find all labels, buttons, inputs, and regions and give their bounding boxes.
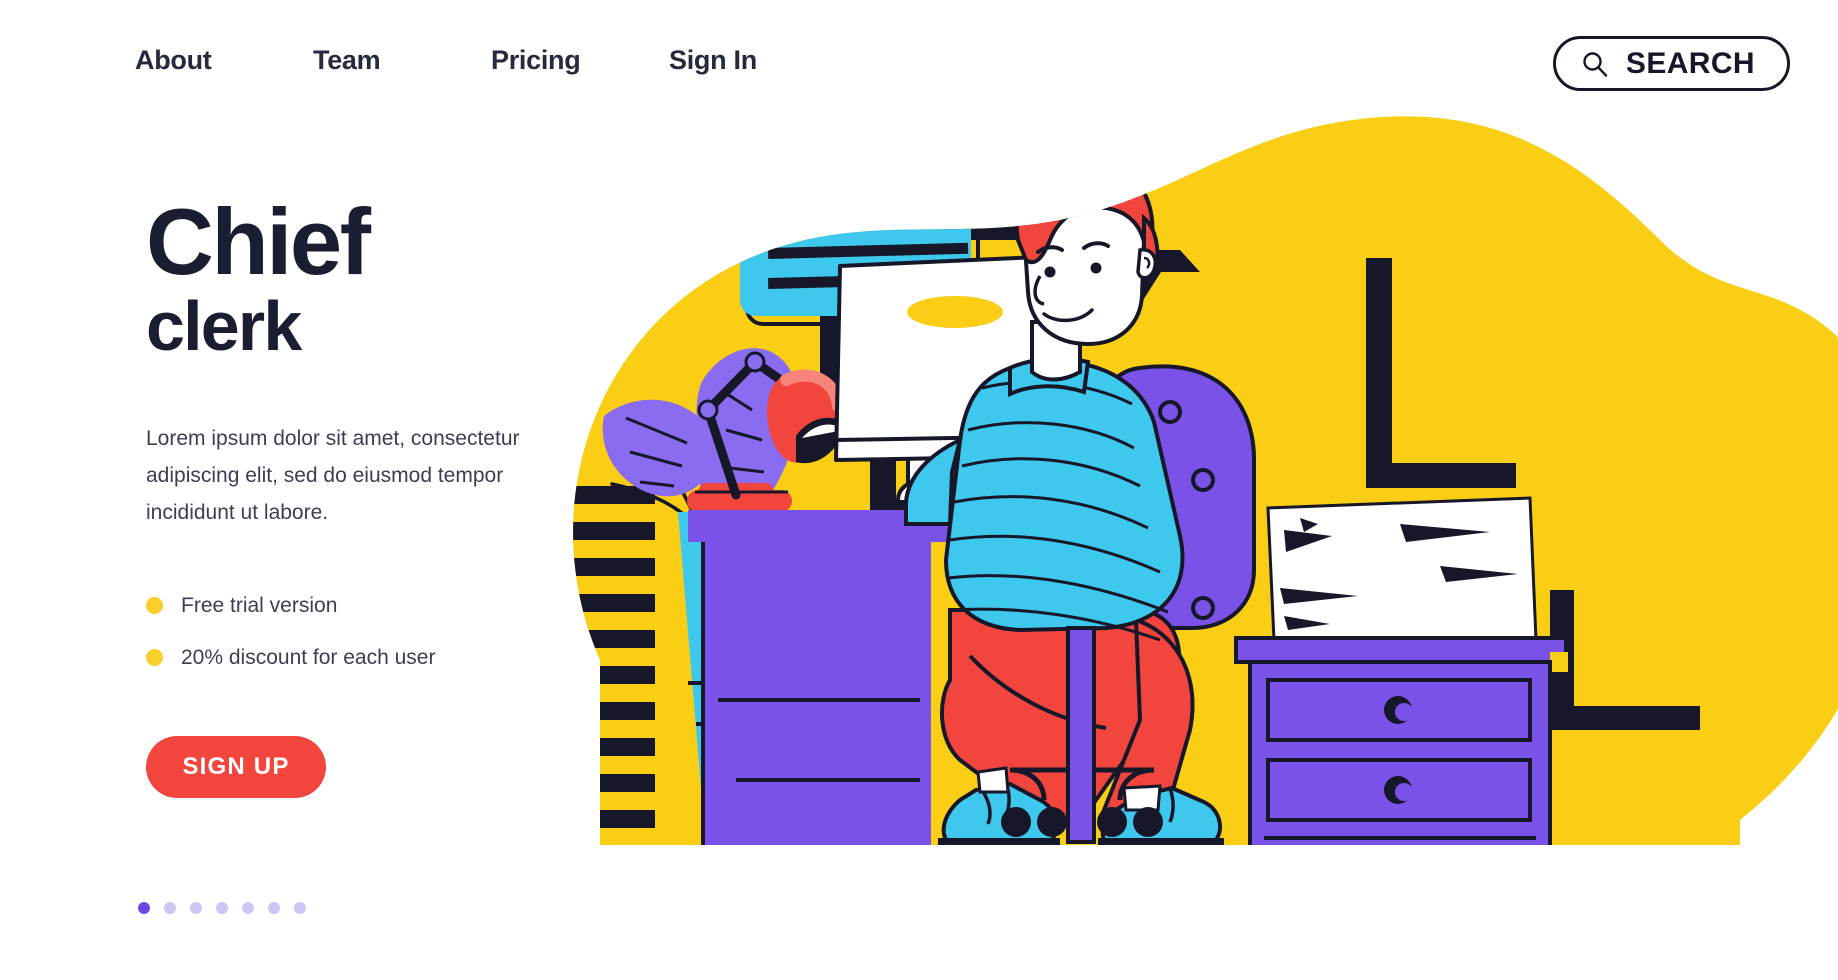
feature-label: Free trial version (181, 593, 338, 617)
bullet-dot-icon (146, 649, 163, 667)
page-title: Chief (146, 189, 371, 294)
sign-up-button[interactable]: SIGN UP (146, 735, 326, 798)
nav-links: About Team Pricing Sign In (135, 45, 847, 76)
office-worker-illustration (540, 100, 1838, 945)
carousel-dot-4[interactable] (216, 902, 228, 914)
search-button-label: SEARCH (1625, 46, 1755, 80)
feature-list: Free trial version 20% discount for each… (146, 594, 566, 670)
list-item: Free trial version (146, 594, 566, 618)
landing-page: About Team Pricing Sign In SEARCH Chief … (0, 0, 1838, 980)
search-button[interactable]: SEARCH (1552, 36, 1790, 91)
paper-stack (1266, 496, 1538, 642)
carousel-dot-3[interactable] (190, 902, 202, 914)
page-subtitle: clerk (146, 287, 302, 366)
hero-content: Chief clerk Lorem ipsum dolor sit amet, … (146, 189, 566, 798)
striped-panel (573, 480, 655, 845)
carousel-dot-5[interactable] (242, 902, 254, 914)
carousel-dot-6[interactable] (268, 902, 280, 914)
nav-link-pricing[interactable]: Pricing (491, 45, 669, 76)
nav-link-sign-in[interactable]: Sign In (669, 45, 847, 76)
list-item: 20% discount for each user (146, 646, 566, 670)
nav-link-team[interactable]: Team (313, 45, 491, 76)
carousel-dot-7[interactable] (294, 902, 306, 914)
carousel-dot-2[interactable] (164, 902, 176, 914)
hero-description: Lorem ipsum dolor sit amet, consectetur … (146, 426, 520, 525)
feature-label: 20% discount for each user (181, 645, 436, 669)
search-icon (1582, 51, 1608, 77)
carousel-dot-1[interactable] (138, 902, 150, 914)
carousel-dots (138, 902, 306, 914)
nav-link-about[interactable]: About (135, 45, 313, 76)
nightstand (1234, 496, 1568, 845)
bullet-dot-icon (146, 597, 163, 615)
